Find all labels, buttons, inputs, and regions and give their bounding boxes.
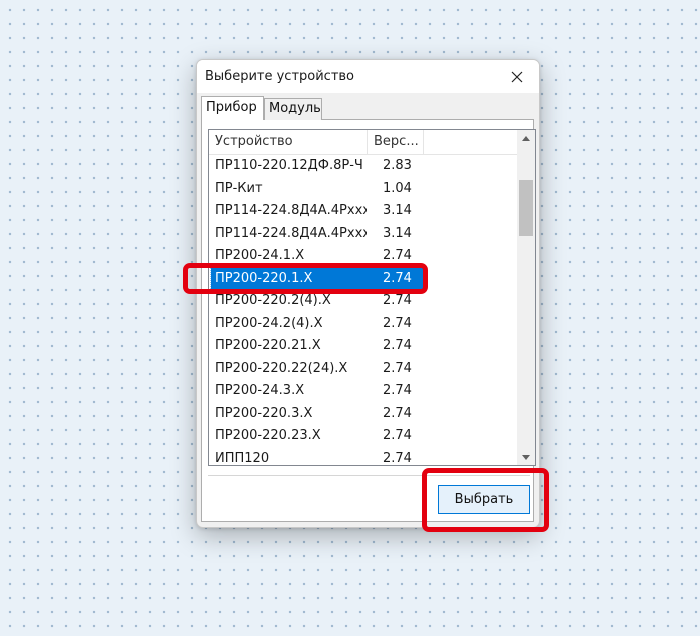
device-name: ПР200-220.22(24).X [215, 360, 348, 376]
list-item[interactable]: ПР200-24.2(4).X 2.74 [209, 313, 517, 336]
list-rows: ПР110-220.12ДФ.8Р-Ч 2.83 ПР-Кит 1.04 ПР1… [209, 155, 517, 466]
device-name: ПР110-220.12ДФ.8Р-Ч [215, 158, 363, 173]
device-version: 1.04 [383, 180, 412, 196]
list-item[interactable]: ПР114-224.8Д4А.4Рxxxx 3.14 [209, 200, 517, 223]
device-name: ПР200-24.3.X [215, 383, 305, 398]
scroll-down-button[interactable] [517, 449, 535, 465]
scroll-up-button[interactable] [517, 130, 535, 146]
list-item[interactable]: ПР200-220.2(4).X 2.74 [209, 290, 517, 313]
device-version: 2.74 [383, 428, 412, 443]
list-item[interactable]: ПР200-24.3.X 2.74 [209, 380, 517, 403]
device-version: 2.74 [383, 450, 412, 466]
arrow-up-icon [522, 135, 530, 141]
device-name: ПР200-220.21.X [215, 338, 321, 353]
device-name: ПР200-24.2(4).X [215, 315, 323, 331]
list-item[interactable]: ПР200-220.23.X 2.74 [209, 425, 517, 448]
select-button[interactable]: Выбрать [438, 485, 530, 514]
device-name: ПР200-24.1.X [215, 248, 305, 263]
list-item[interactable]: ИПП120 2.74 [209, 448, 517, 466]
list-item[interactable]: ПР114-224.8Д4А.4Рxxx... 3.14 [209, 223, 517, 246]
device-version: 2.74 [383, 315, 412, 331]
device-name: ПР200-220.2(4).X [215, 293, 331, 308]
device-name: ПР200-220.23.X [215, 428, 321, 443]
list-item[interactable]: ПР200-24.1.X 2.74 [209, 245, 517, 268]
device-name: ПР-Кит [215, 180, 263, 196]
device-version: 2.74 [383, 360, 412, 376]
device-name: ПР200-220.1.X [215, 270, 313, 286]
device-version: 2.74 [383, 293, 412, 308]
list-header: Устройство Верс... [209, 130, 517, 155]
arrow-down-icon [522, 454, 530, 460]
device-name: ПР114-224.8Д4А.4Рxxx... [215, 225, 367, 241]
scroll-thumb[interactable] [519, 180, 533, 236]
column-header-version[interactable]: Верс... [368, 130, 424, 154]
divider [208, 475, 530, 476]
list-item[interactable]: ПР-Кит 1.04 [209, 178, 517, 201]
device-version: 2.83 [383, 158, 412, 173]
device-name: ПР114-224.8Д4А.4Рxxxx [215, 203, 367, 218]
list-item[interactable]: ПР200-220.22(24).X 2.74 [209, 358, 517, 381]
vertical-scrollbar[interactable] [517, 130, 535, 465]
list-item[interactable]: ПР200-220.21.X 2.74 [209, 335, 517, 358]
tab-panel-device: Устройство Верс... ПР110-220.12ДФ.8Р-Ч 2… [201, 119, 536, 522]
device-version: 3.14 [383, 203, 412, 218]
list-item-selected[interactable]: ПР200-220.1.X 2.74 [209, 266, 517, 291]
device-version: 2.74 [383, 405, 412, 421]
dialog-title: Выберите устройство [205, 69, 355, 84]
close-button[interactable] [495, 60, 539, 93]
device-name: ИПП120 [215, 450, 270, 466]
list-item[interactable]: ПР200-220.3.X 2.74 [209, 403, 517, 426]
select-device-dialog: Выберите устройство Прибор Модуль Устрой… [196, 59, 540, 528]
device-version: 2.74 [383, 270, 412, 286]
tab-device[interactable]: Прибор [201, 96, 264, 120]
device-name: ПР200-220.3.X [215, 405, 313, 421]
close-icon [511, 71, 523, 82]
device-version: 2.74 [383, 338, 412, 353]
device-version: 2.74 [383, 248, 412, 263]
device-list[interactable]: Устройство Верс... ПР110-220.12ДФ.8Р-Ч 2… [208, 129, 536, 466]
column-header-device[interactable]: Устройство [209, 130, 368, 154]
device-version: 2.74 [383, 383, 412, 398]
list-item[interactable]: ПР110-220.12ДФ.8Р-Ч 2.83 [209, 155, 517, 178]
title-bar: Выберите устройство [197, 60, 539, 93]
device-version: 3.14 [383, 225, 412, 241]
tab-module[interactable]: Модуль [264, 98, 322, 120]
